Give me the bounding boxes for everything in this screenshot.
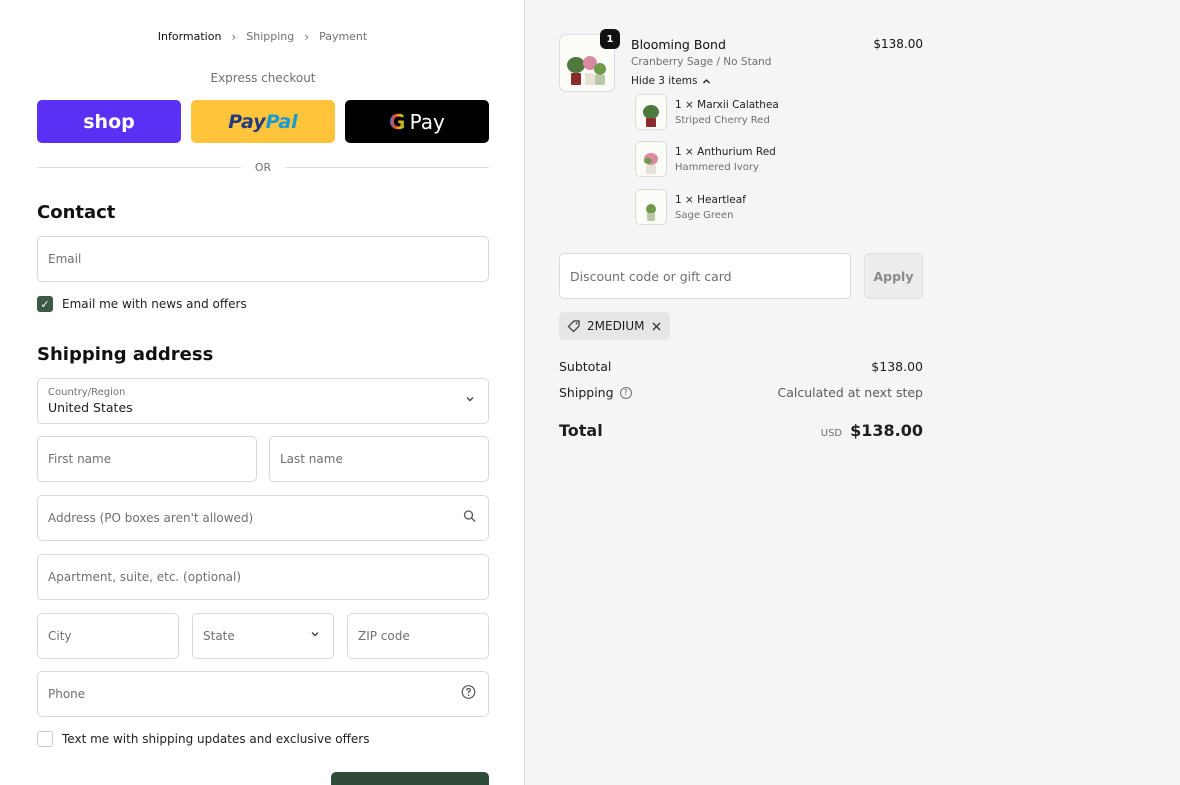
total-row: Total USD $138.00 (559, 421, 923, 440)
city-field[interactable]: City (37, 613, 179, 659)
shipping-value: Calculated at next step (777, 385, 923, 400)
last-name-placeholder: Last name (280, 452, 343, 466)
paypal-logo-pay: Pay (228, 110, 266, 133)
breadcrumb-payment: Payment (319, 30, 368, 43)
bundle-item-name: 1 × Anthurium Red (675, 145, 776, 158)
city-placeholder: City (48, 629, 72, 643)
paypal-button[interactable]: Pay Pal (191, 100, 335, 143)
phone-placeholder: Phone (48, 687, 86, 701)
product-title: Blooming Bond (631, 37, 726, 52)
apartment-placeholder: Apartment, suite, etc. (optional) (48, 570, 242, 584)
state-select[interactable]: State (192, 613, 334, 659)
bundle-item-name: 1 × Marxii Calathea (675, 98, 779, 111)
breadcrumb-information[interactable]: Information (158, 30, 222, 43)
chevron-down-icon (464, 393, 476, 409)
checkout-form-panel: Information › Shipping › Payment Express… (0, 0, 525, 785)
chevron-down-icon (309, 628, 321, 644)
email-news-label: Email me with news and offers (62, 297, 247, 311)
chevron-right-icon: › (231, 29, 237, 44)
zip-field[interactable]: ZIP code (347, 613, 489, 659)
shop-pay-button[interactable]: shop (37, 100, 181, 143)
express-checkout-label: Express checkout (210, 71, 316, 85)
product-thumbnail: 1 (559, 29, 620, 92)
bundle-item-thumbnail (635, 141, 667, 177)
or-divider: OR (37, 161, 489, 174)
remove-discount-icon[interactable] (651, 321, 662, 332)
email-news-checkbox[interactable]: ✓ (37, 296, 53, 312)
google-pay-button[interactable]: G Pay (345, 100, 489, 143)
bundle-item-thumbnail (635, 189, 667, 225)
subtotal-value: $138.00 (871, 359, 923, 374)
total-label: Total (559, 421, 603, 440)
bundle-item-thumbnail (635, 94, 667, 130)
shipping-row: Shipping ? Calculated at next step (559, 385, 923, 400)
email-placeholder: Email (48, 252, 82, 266)
search-icon[interactable] (463, 510, 476, 527)
quantity-badge: 1 (600, 29, 620, 49)
first-name-placeholder: First name (48, 452, 112, 466)
country-label: Country/Region (48, 387, 126, 398)
last-name-field[interactable]: Last name (269, 436, 489, 482)
subtotal-row: Subtotal $138.00 (559, 359, 923, 374)
bundle-item-variant: Hammered Ivory (675, 161, 759, 173)
google-g-icon: G (389, 109, 406, 134)
country-select[interactable]: Country/Region United States (37, 378, 489, 424)
currency-code: USD (820, 428, 843, 439)
sms-option[interactable]: Text me with shipping updates and exclus… (37, 731, 369, 747)
applied-discount-tag: 2MEDIUM (559, 312, 670, 340)
bundle-item: 1 × Marxii Calathea Striped Cherry Red (635, 94, 779, 130)
bundle-item: 1 × Anthurium Red Hammered Ivory (635, 141, 776, 177)
apartment-field[interactable]: Apartment, suite, etc. (optional) (37, 554, 489, 600)
express-checkout-buttons: shop Pay Pal G Pay (37, 100, 489, 143)
google-pay-label: Pay (409, 109, 445, 134)
continue-button[interactable] (331, 772, 489, 785)
breadcrumb-shipping: Shipping (246, 30, 295, 43)
discount-placeholder: Discount code or gift card (570, 268, 732, 284)
or-label: OR (254, 161, 272, 174)
help-icon[interactable] (461, 685, 476, 704)
country-value: United States (48, 400, 133, 415)
first-name-field[interactable]: First name (37, 436, 257, 482)
bundle-item-variant: Striped Cherry Red (675, 114, 770, 126)
sms-label: Text me with shipping updates and exclus… (62, 732, 370, 746)
hide-items-toggle[interactable]: Hide 3 items (631, 75, 711, 87)
shipping-address-heading: Shipping address (37, 344, 214, 365)
total-value: $138.00 (850, 421, 923, 440)
subtotal-label: Subtotal (559, 359, 612, 374)
bundle-item-name: 1 × Heartleaf (675, 193, 746, 206)
email-field[interactable]: Email (37, 236, 489, 282)
sms-checkbox[interactable] (37, 731, 53, 747)
address-field[interactable]: Address (PO boxes aren't allowed) (37, 495, 489, 541)
product-price: $138.00 (873, 37, 923, 51)
paypal-logo-pal: Pal (265, 110, 298, 133)
apply-discount-button[interactable]: Apply (864, 253, 923, 299)
breadcrumb: Information › Shipping › Payment (0, 30, 525, 43)
chevron-up-icon (702, 78, 710, 83)
shipping-help-icon[interactable]: ? (619, 386, 632, 399)
bundle-item: 1 × Heartleaf Sage Green (635, 189, 746, 225)
zip-placeholder: ZIP code (358, 629, 410, 643)
shop-pay-logo: shop (83, 110, 135, 133)
address-placeholder: Address (PO boxes aren't allowed) (48, 511, 254, 525)
discount-code-label: 2MEDIUM (587, 319, 645, 333)
state-placeholder: State (203, 629, 235, 643)
phone-field[interactable]: Phone (37, 671, 489, 717)
hide-items-label: Hide 3 items (631, 75, 698, 87)
shipping-label: Shipping (559, 385, 614, 400)
bundle-item-variant: Sage Green (675, 209, 734, 221)
contact-heading: Contact (37, 202, 116, 223)
discount-code-input[interactable]: Discount code or gift card (559, 253, 851, 299)
tag-icon (567, 320, 580, 333)
chevron-right-icon: › (304, 29, 310, 44)
email-news-option[interactable]: ✓ Email me with news and offers (37, 296, 247, 312)
product-variant: Cranberry Sage / No Stand (631, 56, 772, 68)
plant-image-icon (567, 56, 606, 85)
